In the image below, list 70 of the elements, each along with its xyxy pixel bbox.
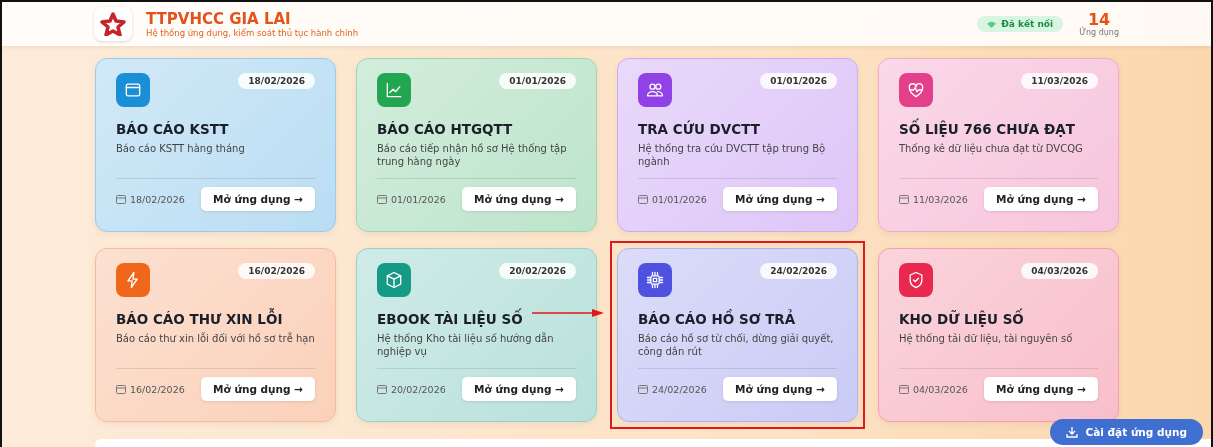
card-title: BÁO CÁO HTGQTT [377, 121, 513, 137]
app-card[interactable]: 11/03/2026 SỐ LIỆU 766 CHƯA ĐẠT Thống kê dữ liệu chưa đạt từ DVCQG 11/03/2026 Mở ứng dụng → [878, 58, 1119, 232]
install-app-button[interactable]: Cài đặt ứng dụng [1049, 419, 1203, 445]
download-icon [1065, 426, 1078, 438]
open-app-button[interactable]: Mở ứng dụng → [201, 187, 315, 211]
card-date: 20/02/2026 [391, 383, 446, 395]
date-badge: 16/02/2026 [238, 263, 315, 279]
card-date: 01/01/2026 [391, 193, 446, 205]
app-subtitle: Hệ thống ứng dụng, kiểm soát thủ tục hành chính [146, 27, 360, 38]
open-app-button[interactable]: Mở ứng dụng → [723, 187, 837, 211]
app-count: 14 [1087, 11, 1111, 28]
date-badge: 20/02/2026 [499, 263, 576, 279]
date-badge: 24/02/2026 [760, 263, 837, 279]
logo-icon [94, 7, 132, 41]
card-description: Hệ thống Kho tài liệu số hướng dẫn nghiệp vụ [377, 332, 555, 358]
app-card[interactable]: 01/01/2026 TRA CỨU DVCTT Hệ thống tra cứu DVCTT tập trung Bộ ngành 01/01/2026 Mở ứng dụng → [617, 58, 858, 232]
date-badge: 04/03/2026 [1021, 263, 1098, 279]
calendar-icon [899, 384, 909, 394]
calendar-icon [899, 194, 909, 204]
card-date: 01/01/2026 [652, 193, 707, 205]
card-date: 24/02/2026 [652, 383, 707, 395]
date-badge: 11/03/2026 [1021, 73, 1098, 89]
cube-icon [377, 263, 411, 297]
card-description: Hệ thống tải dữ liệu, tài nguyên số [899, 332, 1074, 347]
card-description: Báo cáo hồ sơ từ chối, dừng giải quyết, công dân rút [638, 332, 835, 358]
card-description: Thống kê dữ liệu chưa đạt từ DVCQG [899, 142, 1084, 157]
open-app-button[interactable]: Mở ứng dụng → [201, 377, 315, 401]
calendar-icon [377, 384, 387, 394]
open-app-button[interactable]: Mở ứng dụng → [723, 377, 837, 401]
card-description: Báo cáo KSTT hàng tháng [116, 142, 246, 156]
card-title: BÁO CÁO HỒ SƠ TRẢ [638, 311, 796, 327]
annotation-arrow [532, 309, 604, 317]
card-date: 04/03/2026 [913, 383, 968, 395]
calendar-icon [116, 194, 126, 204]
line-chart-icon [377, 73, 411, 107]
open-app-button[interactable]: Mở ứng dụng → [984, 187, 1098, 211]
date-badge: 18/02/2026 [238, 73, 315, 89]
shield-check-icon [899, 263, 933, 297]
card-date: 11/03/2026 [913, 193, 968, 205]
card-title: BÁO CÁO KSTT [116, 121, 229, 137]
wifi-icon [987, 20, 997, 28]
calendar-icon [638, 194, 648, 204]
app-card[interactable]: 01/01/2026 BÁO CÁO HTGQTT Báo cáo tiếp nhận hồ sơ Hệ thống tập trung hàng ngày 01/01/2026 Mở ứng dụng → [356, 58, 597, 232]
date-badge: 01/01/2026 [760, 73, 837, 89]
card-description: Báo cáo thư xin lỗi đối với hồ sơ trễ hạn [116, 332, 315, 346]
heart-pulse-icon [899, 73, 933, 107]
open-app-button[interactable]: Mở ứng dụng → [984, 377, 1098, 401]
app-card[interactable]: 18/02/2026 BÁO CÁO KSTT Báo cáo KSTT hàng tháng 18/02/2026 Mở ứng dụng → [95, 58, 336, 232]
open-app-button[interactable]: Mở ứng dụng → [462, 187, 576, 211]
app-count-label: Ứng dụng [1079, 28, 1119, 37]
app-title: TTPVHCC GIA LAI [146, 10, 292, 28]
app-card[interactable]: 04/03/2026 KHO DỮ LIỆU SỐ Hệ thống tải dữ liệu, tài nguyên số 04/03/2026 Mở ứng dụng → [878, 248, 1119, 422]
open-app-button[interactable]: Mở ứng dụng → [462, 377, 576, 401]
card-description: Hệ thống tra cứu DVCTT tập trung Bộ ngành [638, 142, 827, 168]
calendar-icon [638, 384, 648, 394]
app-card[interactable]: 20/02/2026 EBOOK TÀI LIỆU SỐ Hệ thống Kho tài liệu số hướng dẫn nghiệp vụ 20/02/2026 Mở ứng dụng → [356, 248, 597, 422]
app-card[interactable]: 24/02/2026 BÁO CÁO HỒ SƠ TRẢ Báo cáo hồ sơ từ chối, dừng giải quyết, công dân rút 24/02/2026 Mở ứng dụng → [617, 248, 858, 422]
card-description: Báo cáo tiếp nhận hồ sơ Hệ thống tập trung hàng ngày [377, 142, 568, 168]
app-card[interactable]: 16/02/2026 BÁO CÁO THƯ XIN LỖI Báo cáo thư xin lỗi đối với hồ sơ trễ hạn 16/02/2026 Mở ứng dụng → [95, 248, 336, 422]
chip-icon [638, 263, 672, 297]
lightning-icon [116, 263, 150, 297]
card-title: TRA CỨU DVCTT [638, 121, 760, 137]
calendar-icon [377, 194, 387, 204]
connection-status: Đã kết nối [977, 16, 1064, 32]
card-date: 16/02/2026 [130, 383, 185, 395]
users-icon [638, 73, 672, 107]
calendar-icon [116, 384, 126, 394]
window-icon [116, 73, 150, 107]
card-date: 18/02/2026 [130, 193, 185, 205]
date-badge: 01/01/2026 [499, 73, 576, 89]
